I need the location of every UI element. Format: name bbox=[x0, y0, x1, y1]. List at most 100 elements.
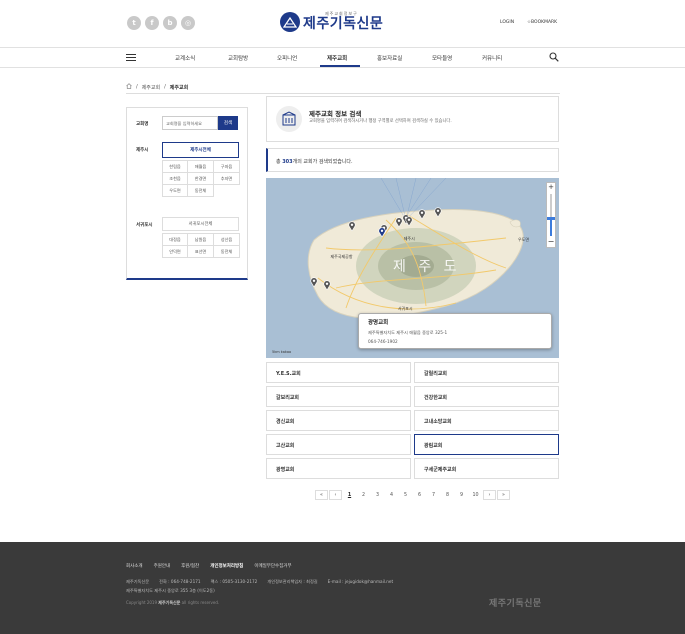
search-icon[interactable] bbox=[549, 52, 559, 62]
map-island-label: 제 주 도 bbox=[393, 259, 461, 275]
zoom-slider-handle[interactable] bbox=[547, 217, 555, 220]
seogwipo-area-grid: 대정읍 남원읍 성산읍 안덕면 표선면 동전체 bbox=[162, 233, 240, 258]
nav-item[interactable]: 모타들영 bbox=[432, 54, 452, 62]
page-number[interactable]: 10 bbox=[469, 490, 482, 500]
home-icon[interactable] bbox=[126, 83, 132, 91]
footer-info-text: 전화 : 064-748-2171 bbox=[159, 579, 201, 584]
prev-page-button[interactable]: ‹ bbox=[329, 490, 342, 500]
nav-item[interactable]: 교회탐방 bbox=[228, 54, 248, 62]
footer-address-line: 제주특별자치도 제주시 중앙로 355 3층 (이도2동) bbox=[126, 588, 215, 594]
church-result-item[interactable]: 광명교회 bbox=[266, 458, 411, 479]
map-info-popup[interactable]: 광명교회 제주특별자치도 제주시 애월읍 중앙로 325-1 064-746-1… bbox=[358, 313, 552, 349]
search-info-box: 제주교회 정보 검색 교회명을 입력하여 검색하시거나 행정 구역별로 선택하여… bbox=[266, 96, 559, 142]
last-page-button[interactable]: » bbox=[497, 490, 510, 500]
jeju-area-grid: 한림읍 애월읍 구좌읍 조천읍 한경면 추자면 우도면 동전체 bbox=[162, 160, 240, 197]
zoom-control[interactable]: + − bbox=[546, 182, 556, 248]
page-number[interactable]: 2 bbox=[357, 490, 370, 500]
info-description: 교회명을 입력하여 검색하시거나 행정 구역별로 선택하여 검색하실 수 있습니… bbox=[309, 119, 452, 124]
footer-menu-link[interactable]: 주원안내 bbox=[154, 563, 171, 569]
page-number[interactable]: 9 bbox=[455, 490, 468, 500]
jeju-all-button[interactable]: 제주시전체 bbox=[162, 142, 239, 158]
map-place-label: 우도면 bbox=[517, 237, 530, 243]
nav-item[interactable]: 제주교회 bbox=[327, 54, 347, 62]
map-place-label: 제주국제공항 bbox=[330, 253, 353, 259]
area-option[interactable]: 추자면 bbox=[213, 172, 240, 185]
seogwipo-all-button[interactable]: 서귀포시전체 bbox=[162, 217, 239, 231]
church-map[interactable]: 제 주 도 제주시서귀포시 우도면제주국제공항 + − 광명교회 제주특별자치도 … bbox=[266, 178, 559, 358]
nav-active-indicator bbox=[320, 65, 360, 67]
page-number[interactable]: 4 bbox=[385, 490, 398, 500]
nav-item[interactable]: 커뮤니티 bbox=[482, 54, 502, 62]
footer-logo: 제주기독신문 bbox=[489, 599, 542, 609]
page-number[interactable]: 6 bbox=[413, 490, 426, 500]
result-count: 총 303개의 교회가 검색되었습니다. bbox=[266, 148, 559, 172]
area-option[interactable]: 안덕면 bbox=[162, 245, 188, 258]
area-option[interactable]: 표선면 bbox=[187, 245, 214, 258]
church-result-item[interactable]: 고내소망교회 bbox=[414, 410, 559, 431]
instagram-icon[interactable]: ◎ bbox=[181, 16, 195, 30]
footer-menu: 회사소개 주원안내 후원/협찬 개인정보처리방침 이메일무단수집거부 bbox=[126, 563, 292, 569]
main-nav: 교계소식 교회탐방 오피니언 제주교회 홍보자료실 모타들영 커뮤니티 bbox=[0, 47, 685, 68]
nav-item[interactable]: 홍보자료실 bbox=[377, 54, 402, 62]
breadcrumb-current: 제주교회 bbox=[169, 84, 189, 91]
zoom-level-fill bbox=[550, 219, 552, 236]
menu-icon[interactable] bbox=[126, 54, 136, 61]
logo-title: 제주기독신문 bbox=[303, 16, 384, 32]
copyright-prefix: Copyright 2019 bbox=[126, 600, 159, 605]
nav-item[interactable]: 오피니언 bbox=[277, 54, 297, 62]
zoom-out-button[interactable]: − bbox=[547, 238, 555, 247]
footer-menu-link[interactable]: 회사소개 bbox=[126, 563, 143, 569]
footer-info-text: E-mail : jejugidok@hanmail.net bbox=[327, 579, 394, 584]
zoom-in-button[interactable]: + bbox=[547, 183, 555, 192]
jeju-city-label: 제주시 bbox=[136, 148, 149, 153]
search-button[interactable]: 검색 bbox=[218, 116, 238, 130]
church-result-item[interactable]: 광림교회 bbox=[414, 434, 559, 455]
church-result-item[interactable]: 갈보리교회 bbox=[266, 386, 411, 407]
page-number[interactable]: 1 bbox=[343, 490, 356, 500]
nav-item[interactable]: 교계소식 bbox=[175, 54, 195, 62]
page-number[interactable]: 5 bbox=[399, 490, 412, 500]
site-logo[interactable]: 제주교회정보구 제주기독신문 bbox=[280, 11, 383, 32]
breadcrumb-item[interactable]: 제주교회 bbox=[142, 84, 160, 91]
map-place-label: 제주시 bbox=[403, 235, 415, 241]
area-option[interactable]: 우도면 bbox=[162, 184, 188, 197]
footer-menu-link[interactable]: 이메일무단수집거부 bbox=[254, 563, 291, 569]
next-page-button[interactable]: › bbox=[483, 490, 496, 500]
church-result-item[interactable]: Y.E.S.교회 bbox=[266, 362, 411, 383]
footer-info-text: 팩스 : 0505-3130-2172 bbox=[210, 579, 258, 584]
page-number[interactable]: 8 bbox=[441, 490, 454, 500]
church-result-item[interactable]: 경신교회 bbox=[266, 410, 411, 431]
area-option[interactable]: 동전체 bbox=[187, 184, 214, 197]
church-name-input[interactable]: 교회명을 입력하세요 bbox=[162, 116, 218, 130]
popup-address: 제주특별자치도 제주시 애월읍 중앙로 325-1 bbox=[368, 330, 448, 335]
page-number[interactable]: 7 bbox=[427, 490, 440, 500]
popup-phone: 064-746-1902 bbox=[368, 339, 398, 344]
copyright-suffix: all rights reserved. bbox=[180, 600, 220, 605]
footer-address-text: 제주특별자치도 제주시 중앙로 355 3층 (이도2동) bbox=[126, 588, 215, 593]
site-header: t f b ◎ 제주교회정보구 제주기독신문 LOGIN ☆BOOKMARK bbox=[0, 0, 685, 47]
footer-copyright: Copyright 2019 제주기독신문 all rights reserve… bbox=[126, 600, 219, 606]
church-result-item[interactable]: 고산교회 bbox=[266, 434, 411, 455]
seogwipo-city-label: 서귀포시 bbox=[136, 223, 153, 228]
twitter-icon[interactable]: t bbox=[127, 16, 141, 30]
login-link[interactable]: LOGIN bbox=[500, 20, 514, 25]
facebook-icon[interactable]: f bbox=[145, 16, 159, 30]
map-place-label: 서귀포시 bbox=[397, 305, 413, 311]
copyright-brand: 제주기독신문 bbox=[158, 600, 181, 605]
church-result-item[interactable]: 구세군제주교회 bbox=[414, 458, 559, 479]
first-page-button[interactable]: « bbox=[315, 490, 328, 500]
divider bbox=[126, 93, 560, 94]
bookmark-link[interactable]: ☆BOOKMARK bbox=[527, 20, 557, 25]
church-result-item[interactable]: 갈릴리교회 bbox=[414, 362, 559, 383]
count-suffix: 개의 교회가 검색되었습니다. bbox=[292, 159, 353, 165]
footer-menu-link[interactable]: 후원/협찬 bbox=[181, 563, 199, 569]
map-scale: 5km kakao bbox=[272, 350, 292, 354]
blog-icon[interactable]: b bbox=[163, 16, 177, 30]
footer-menu-link[interactable]: 개인정보처리방침 bbox=[210, 563, 243, 569]
page-number[interactable]: 3 bbox=[371, 490, 384, 500]
region-filter-panel: 교회명 교회명을 입력하세요 검색 제주시 제주시전체 한림읍 애월읍 구좌읍 조천읍… bbox=[126, 107, 248, 280]
pagination: «‹ 1 2 3 4 5 6 7 8 9 10 ›» bbox=[315, 490, 510, 500]
church-result-item[interactable]: 건강한교회 bbox=[414, 386, 559, 407]
social-links: t f b ◎ bbox=[127, 16, 195, 30]
area-option[interactable]: 동전체 bbox=[213, 245, 240, 258]
